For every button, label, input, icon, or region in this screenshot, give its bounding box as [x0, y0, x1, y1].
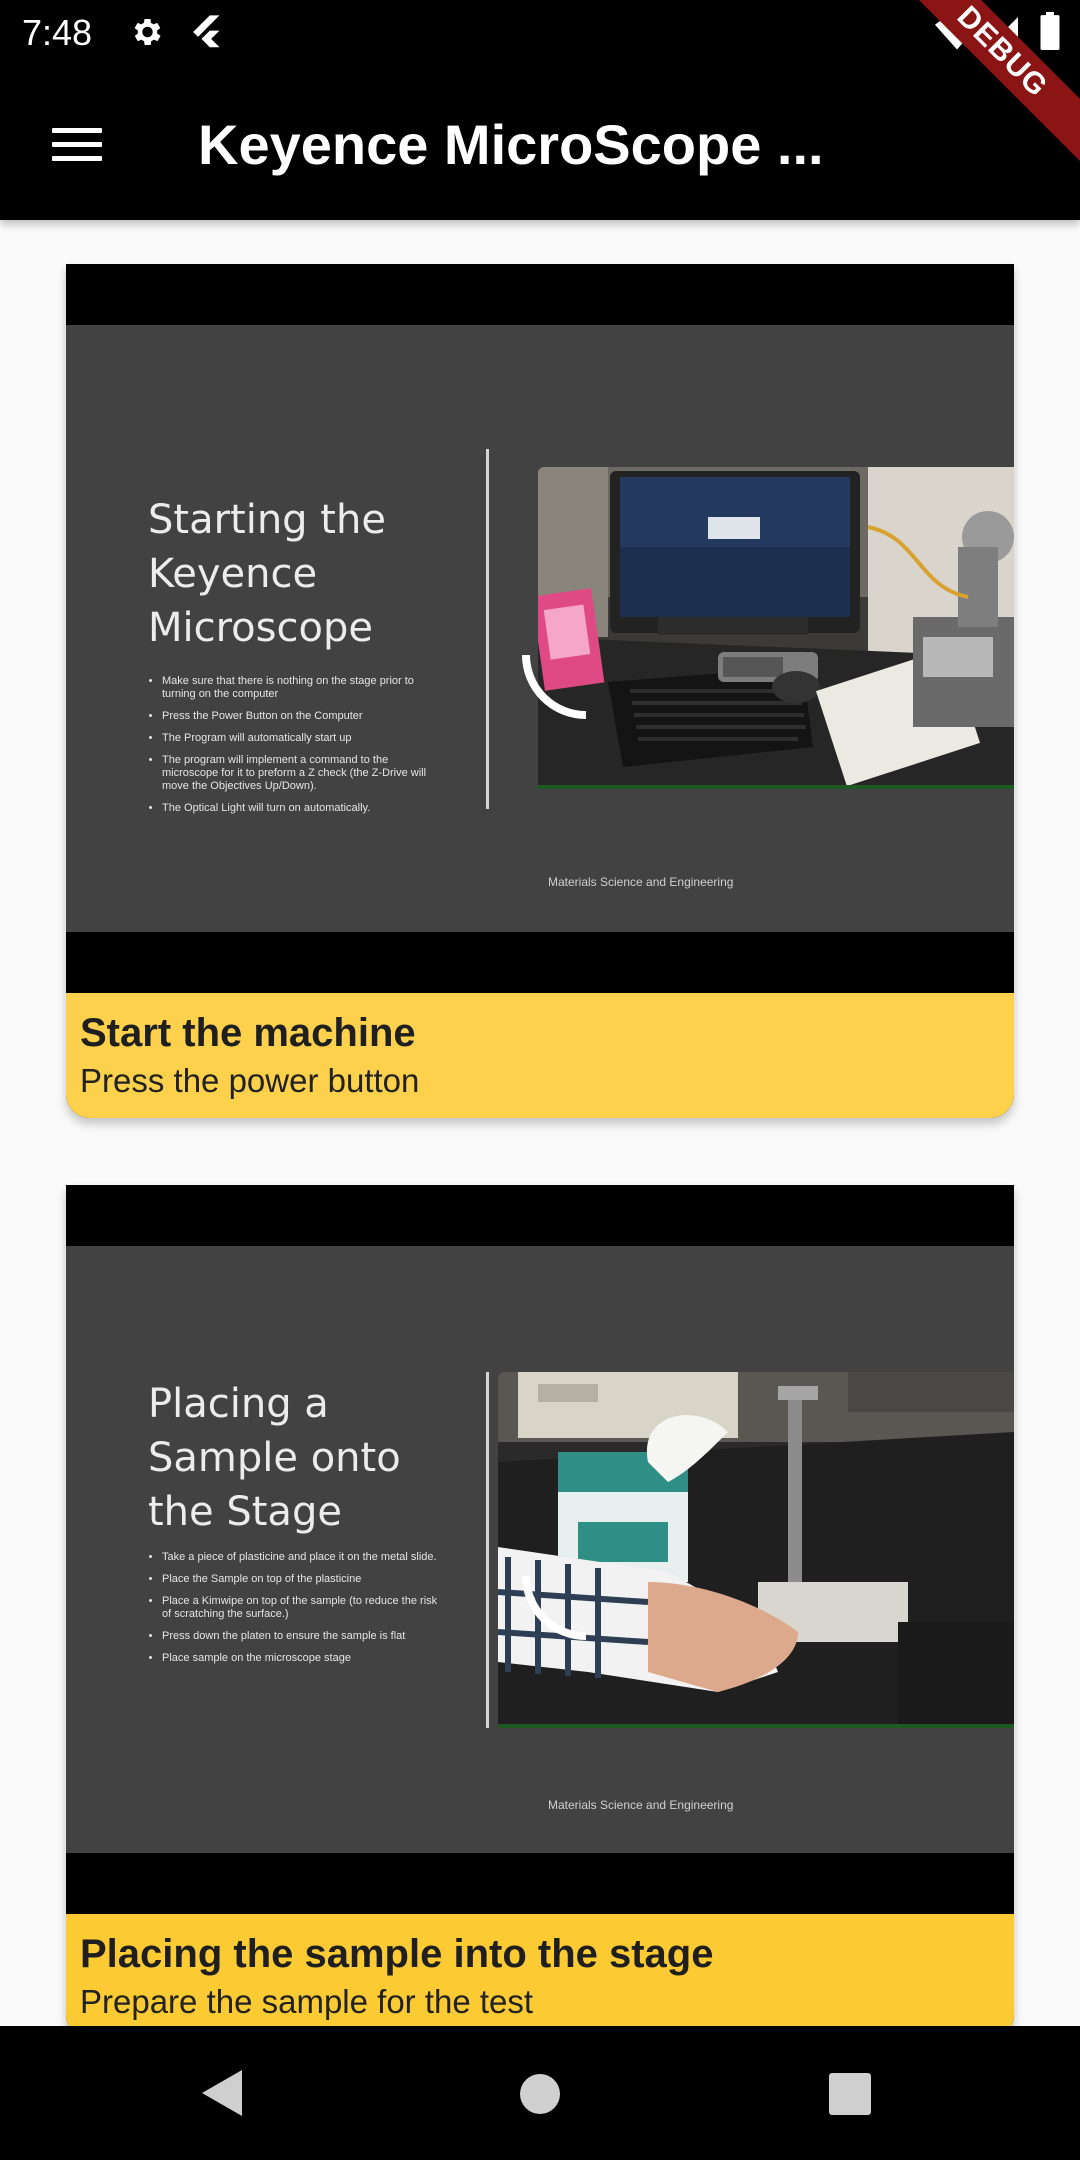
menu-icon[interactable] [52, 128, 102, 162]
slide-bullet: The program will implement a command to … [162, 754, 438, 793]
video-title: Start the machine [80, 1011, 416, 1055]
video-subtitle: Press the power button [80, 1062, 420, 1099]
video-card[interactable]: Placing a Sample onto the Stage Take a p… [66, 1185, 1014, 2026]
slide-bullets: Take a piece of plasticine and place it … [148, 1551, 438, 1674]
battery-icon [1040, 12, 1060, 55]
flutter-icon [190, 14, 224, 55]
video-title: Placing the sample into the stage [80, 1932, 714, 1976]
video-caption[interactable]: Placing the sample into the stage Prepar… [66, 1914, 1014, 2026]
video-player[interactable]: Placing a Sample onto the Stage Take a p… [66, 1185, 1014, 1914]
slide-divider [486, 1372, 489, 1728]
recents-icon[interactable] [828, 2072, 872, 2121]
video-caption[interactable]: Start the machine Press the power button [66, 993, 1014, 1118]
status-bar: 7:48 [0, 0, 1080, 66]
slide-bullet: Press the Power Button on the Computer [162, 710, 438, 723]
slide-bullet: Place the Sample on top of the plasticin… [162, 1573, 438, 1586]
loading-spinner [522, 1575, 587, 1640]
home-icon[interactable] [518, 2072, 562, 2121]
video-list[interactable]: Starting the Keyence Microscope Make sur… [0, 220, 1080, 2026]
back-icon[interactable] [200, 2068, 244, 2123]
video-frame: Placing a Sample onto the Stage Take a p… [66, 1246, 1014, 1853]
video-player[interactable]: Starting the Keyence Microscope Make sur… [66, 264, 1014, 993]
slide-footer: Materials Science and Engineering [548, 875, 734, 889]
page-title: Keyence MicroScope ... [198, 113, 824, 176]
slide-bullet: The Optical Light will turn on automatic… [162, 802, 438, 815]
slide-bullets: Make sure that there is nothing on the s… [148, 675, 438, 824]
status-time: 7:48 [22, 12, 93, 53]
slide-bullet: Press down the platen to ensure the samp… [162, 1630, 438, 1643]
slide-title: Starting the Keyence Microscope [148, 497, 386, 651]
slide-bullet: Take a piece of plasticine and place it … [162, 1551, 438, 1564]
app-bar: Keyence MicroScope ... [0, 66, 1080, 220]
video-card[interactable]: Starting the Keyence Microscope Make sur… [66, 264, 1014, 1118]
slide-bullet: Make sure that there is nothing on the s… [162, 675, 438, 701]
slide-footer: Materials Science and Engineering [548, 1798, 734, 1812]
slide-bullet: The Program will automatically start up [162, 732, 438, 745]
slide-bullet: Place a Kimwipe on top of the sample (to… [162, 1595, 438, 1621]
system-nav-bar [0, 2026, 1080, 2160]
slide-bullet: Place sample on the microscope stage [162, 1652, 438, 1665]
video-subtitle: Prepare the sample for the test [80, 1983, 534, 2020]
loading-spinner [522, 654, 587, 719]
slide-divider [486, 449, 489, 809]
gear-icon [128, 14, 164, 55]
video-frame: Starting the Keyence Microscope Make sur… [66, 325, 1014, 932]
slide-title: Placing a Sample onto the Stage [148, 1381, 401, 1535]
